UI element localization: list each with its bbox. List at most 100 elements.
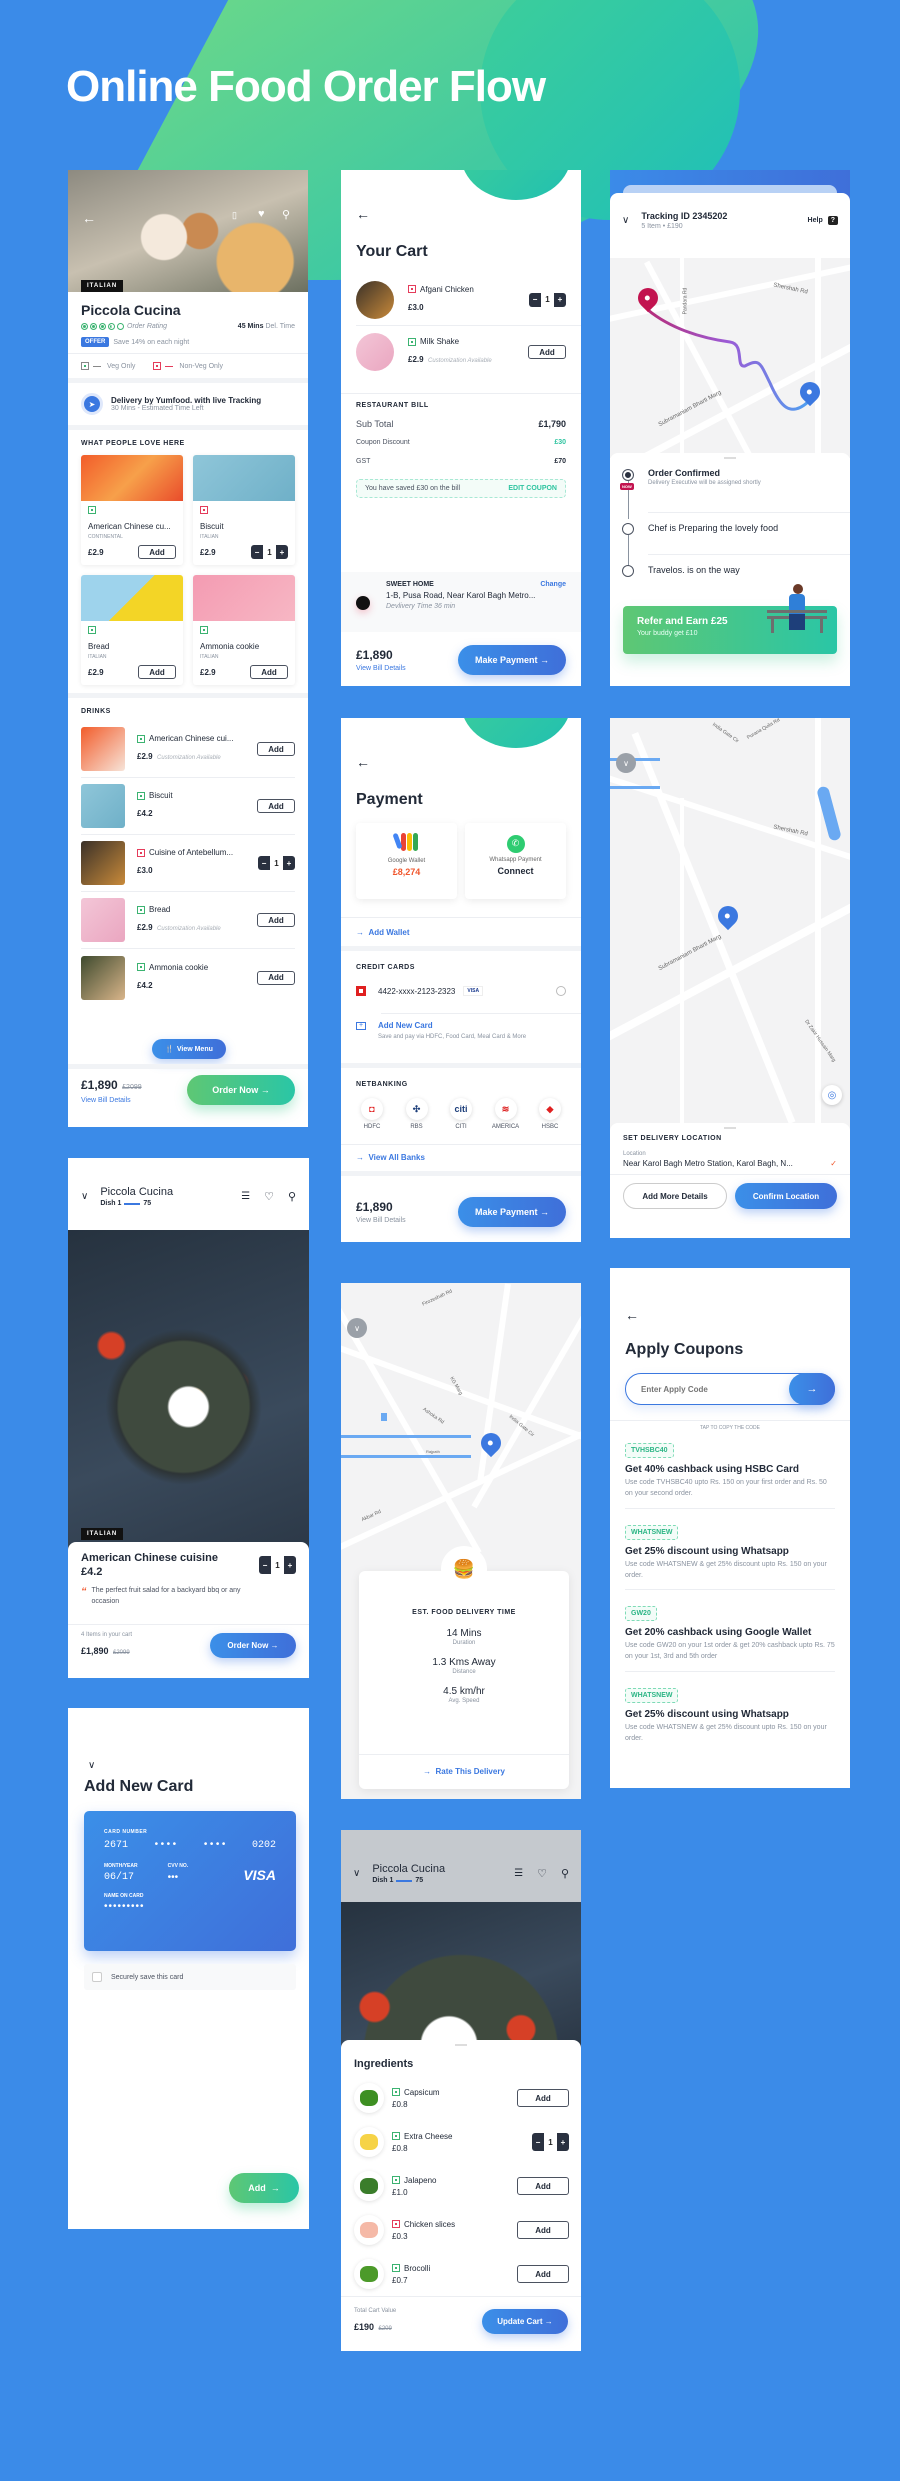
location-map[interactable]: India Gate Cir Purana Quila Rd Shershah … <box>610 718 850 1138</box>
bank-option[interactable]: ✣ RBS <box>401 1098 433 1130</box>
collapse-map-icon[interactable]: ∨ <box>616 753 636 773</box>
bank-option[interactable]: ≋ AMERICA <box>490 1098 522 1130</box>
location-field[interactable]: Near Karol Bagh Metro Station, Karol Bag… <box>623 1159 837 1168</box>
view-bill-link[interactable]: View Bill Details <box>81 1097 142 1104</box>
add-button[interactable]: Add <box>257 742 295 756</box>
drink-item[interactable]: Cuisine of Antebellum... £3.0 −1 + <box>81 835 295 892</box>
coupon-code[interactable]: WHATSNEW <box>625 1688 679 1704</box>
coupon-code[interactable]: GW20 <box>625 1606 657 1622</box>
make-payment-button[interactable]: Make Payment → <box>458 1197 566 1227</box>
card-radio[interactable] <box>556 986 566 996</box>
veg-only-toggle[interactable]: Veg Only <box>81 362 135 370</box>
search-icon[interactable]: ⚲ <box>282 208 290 221</box>
ingredient-item[interactable]: Jalapeno £1.0 Add <box>354 2164 569 2208</box>
update-cart-button[interactable]: Update Cart → <box>482 2309 568 2334</box>
cart-item[interactable]: Afgani Chicken £3.0 −1 + <box>356 274 581 326</box>
decrement-button[interactable]: − <box>532 2133 544 2151</box>
gallery-icon[interactable]: ▯ <box>232 210 237 221</box>
back-arrow-icon[interactable]: ← <box>82 210 96 226</box>
add-button[interactable]: Add <box>517 2221 569 2239</box>
add-button[interactable]: Add <box>138 545 176 559</box>
whatsapp-connect[interactable]: Connect <box>465 866 566 876</box>
confirm-location-button[interactable]: Confirm Location <box>735 1183 837 1209</box>
back-arrow-icon[interactable]: ← <box>356 206 370 222</box>
cart-item[interactable]: Milk Shake £2.9 Customization Available … <box>356 326 581 378</box>
decrement-button[interactable]: − <box>529 293 541 307</box>
add-button[interactable]: Add <box>257 799 295 813</box>
view-all-banks-link[interactable]: → View All Banks <box>356 1153 425 1162</box>
add-button[interactable]: Add <box>517 2177 569 2195</box>
increment-button[interactable]: + <box>557 2133 569 2151</box>
apply-code-button[interactable]: → <box>789 1373 835 1405</box>
help-icon[interactable]: ? <box>827 216 838 225</box>
help-link[interactable]: Help <box>808 217 823 224</box>
increment-button[interactable]: + <box>283 856 295 870</box>
view-bill-link[interactable]: View Bill Details <box>356 665 406 672</box>
quantity-stepper[interactable]: −1 + <box>532 2133 569 2151</box>
edit-coupon-link[interactable]: EDIT COUPON <box>508 485 557 492</box>
view-menu-button[interactable]: 🍴 View Menu <box>152 1039 226 1059</box>
save-card-checkbox-row[interactable]: Securely save this card <box>84 1964 296 1990</box>
popular-item-card[interactable]: Ammonia cookie ITALIAN £2.9 Add <box>193 575 295 685</box>
save-card-checkbox[interactable] <box>92 1972 102 1982</box>
popular-item-card[interactable]: American Chinese cu... CONTINENTAL £2.9 A… <box>81 455 183 565</box>
make-payment-button[interactable]: Make Payment → <box>458 645 566 675</box>
view-bill-link[interactable]: View Bill Details <box>356 1217 406 1224</box>
order-now-button[interactable]: Order Now → <box>187 1075 295 1105</box>
collapse-chevron-icon[interactable]: ∨ <box>353 1868 360 1879</box>
quantity-stepper[interactable]: −1 + <box>258 856 295 870</box>
coupon-input[interactable]: → <box>625 1373 835 1405</box>
coupon-code[interactable]: WHATSNEW <box>625 1524 679 1540</box>
order-now-button[interactable]: Order Now → <box>210 1633 296 1658</box>
my-location-button[interactable]: ◎ <box>822 1085 842 1105</box>
ingredient-item[interactable]: Chicken slices £0.3 Add <box>354 2208 569 2252</box>
coupon-code-field[interactable] <box>641 1384 789 1394</box>
heart-icon[interactable]: ♡ <box>264 1190 274 1203</box>
quantity-stepper[interactable]: −1 + <box>251 545 288 559</box>
cvv-field[interactable]: ••• <box>168 1872 189 1883</box>
increment-button[interactable]: + <box>554 293 566 307</box>
heart-icon[interactable]: ♡ <box>537 1867 547 1880</box>
nonveg-only-toggle[interactable]: Non-Veg Only <box>153 362 223 370</box>
add-button[interactable]: Add <box>257 970 295 985</box>
add-button[interactable]: Add <box>517 2265 569 2283</box>
collapse-map-icon[interactable]: ∨ <box>347 1318 367 1338</box>
change-address-link[interactable]: Change <box>540 581 566 588</box>
rate-delivery-link[interactable]: → Rate This Delivery <box>359 1767 569 1776</box>
coupon-item[interactable]: GW20 Get 20% cashback using Google Walle… <box>625 1596 835 1673</box>
popular-item-card[interactable]: Biscuit ITALIAN £2.9 −1 + <box>193 455 295 565</box>
ingredient-item[interactable]: Capsicum £0.8 Add <box>354 2076 569 2120</box>
decrement-button[interactable]: − <box>251 545 263 559</box>
back-arrow-icon[interactable]: ← <box>356 754 370 770</box>
bank-option[interactable]: citi CITI <box>445 1098 477 1130</box>
search-icon[interactable]: ⚲ <box>561 1867 569 1880</box>
tracking-map[interactable]: Shershah Rd Subramaniam Bharti Marg Pand… <box>610 258 850 458</box>
ingredient-item[interactable]: Brocolli £0.7 Add <box>354 2252 569 2296</box>
whatsapp-payment-card[interactable]: ✆ Whatsapp Payment Connect <box>465 823 566 899</box>
add-button[interactable]: Add <box>257 913 295 927</box>
refer-banner[interactable]: Refer and Earn £25 Your buddy get £10 <box>623 584 837 654</box>
expiry-field[interactable]: 06/17 <box>104 1872 138 1883</box>
collapse-chevron-icon[interactable]: ∨ <box>622 215 629 226</box>
increment-button[interactable]: + <box>276 545 288 559</box>
ingredient-item[interactable]: Extra Cheese £0.8 −1 + <box>354 2120 569 2164</box>
quantity-stepper[interactable]: −1 + <box>529 292 566 307</box>
coupon-item[interactable]: WHATSNEW Get 25% discount using Whatsapp… <box>625 1678 835 1753</box>
popular-item-card[interactable]: Bread ITALIAN £2.9 Add <box>81 575 183 685</box>
add-button[interactable]: Add <box>517 2089 569 2107</box>
saved-card-row[interactable]: 4422-xxxx-2123-2323 VISA <box>356 986 566 996</box>
google-wallet-card[interactable]: Google Wallet £8,274 <box>356 823 457 899</box>
add-button[interactable]: Add <box>528 345 566 359</box>
add-wallet-link[interactable]: → Add Wallet <box>356 928 410 937</box>
bank-option[interactable]: ◆ HSBC <box>534 1098 566 1130</box>
search-icon[interactable]: ⚲ <box>288 1190 296 1203</box>
quantity-stepper[interactable]: −1 + <box>259 1556 296 1574</box>
card-number-field[interactable]: 2671 •••• •••• 0202 <box>104 1840 276 1851</box>
coupon-code[interactable]: TVHSBC40 <box>625 1443 674 1458</box>
decrement-button[interactable]: − <box>258 856 270 870</box>
add-button[interactable]: Add <box>138 665 176 679</box>
collapse-chevron-icon[interactable]: ∨ <box>88 1760 95 1771</box>
drink-item[interactable]: Bread £2.9 Customization Available Add <box>81 892 295 949</box>
list-icon[interactable]: ☰ <box>514 1868 523 1879</box>
back-arrow-icon[interactable]: ← <box>625 1307 639 1323</box>
